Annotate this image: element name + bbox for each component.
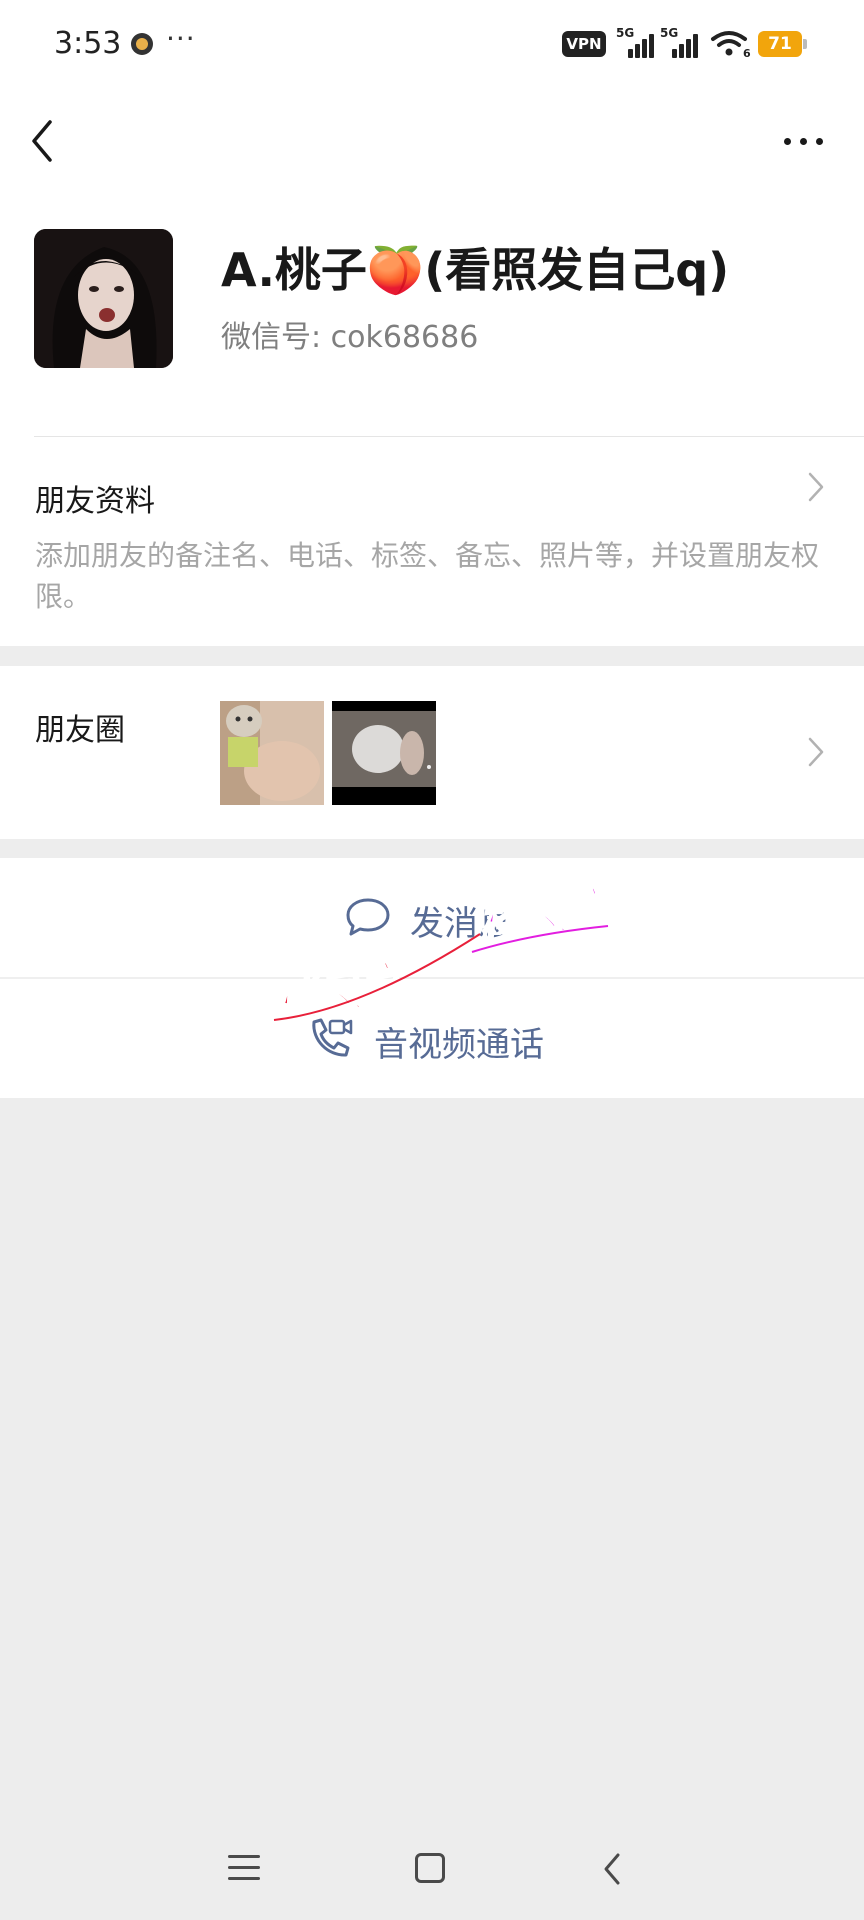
nav-home-button[interactable] (415, 1853, 445, 1883)
watermark-swoosh (471, 925, 609, 953)
back-icon (32, 120, 52, 162)
av-call-label: 音视频通话 (374, 1025, 544, 1065)
signal-icon-sim2: 5G (660, 26, 702, 58)
moment-thumbnail (332, 701, 436, 805)
moments-row[interactable]: 朋友圈 (0, 666, 864, 839)
avatar[interactable] (34, 229, 173, 368)
chevron-right-icon (808, 737, 824, 767)
nav-back-button[interactable] (600, 1851, 624, 1887)
wifi-icon: 6 (710, 30, 752, 62)
battery-icon: 71 (758, 31, 807, 57)
chevron-right-icon (808, 472, 824, 502)
vpn-badge: VPN (562, 31, 606, 57)
sim1-network-type: 5G (616, 26, 635, 40)
friend-info-row[interactable]: 朋友资料 添加朋友的备注名、电话、标签、备忘、照片等，并设置朋友权限。 (0, 437, 864, 645)
wifi-generation: 6 (743, 47, 751, 58)
back-button[interactable] (26, 118, 60, 164)
nav-menu-button[interactable] (228, 1855, 260, 1881)
menu-icon (228, 1855, 260, 1858)
watermark-swoosh (273, 933, 481, 1021)
status-more-dots: ··· (166, 22, 196, 55)
avatar-photo (34, 229, 173, 368)
moments-title: 朋友圈 (35, 713, 125, 748)
nickname: A.桃子🍑(看照发自己q) (221, 243, 730, 297)
notification-app-icon (131, 33, 153, 55)
more-icon (784, 138, 791, 145)
friend-info-title: 朋友资料 (35, 484, 155, 519)
friend-info-description: 添加朋友的备注名、电话、标签、备忘、照片等，并设置朋友权限。 (35, 539, 820, 613)
moment-thumbnail (220, 701, 324, 805)
sim2-network-type: 5G (660, 26, 679, 40)
nav-back-icon (604, 1853, 620, 1885)
status-time: 3:53 (54, 26, 122, 61)
status-bar: 3:53 ··· VPN 5G 5G 6 71 (0, 0, 864, 90)
signal-icon-sim1: 5G (616, 26, 658, 58)
more-button[interactable] (780, 126, 828, 156)
wechat-id: 微信号: cok68686 (221, 320, 479, 355)
